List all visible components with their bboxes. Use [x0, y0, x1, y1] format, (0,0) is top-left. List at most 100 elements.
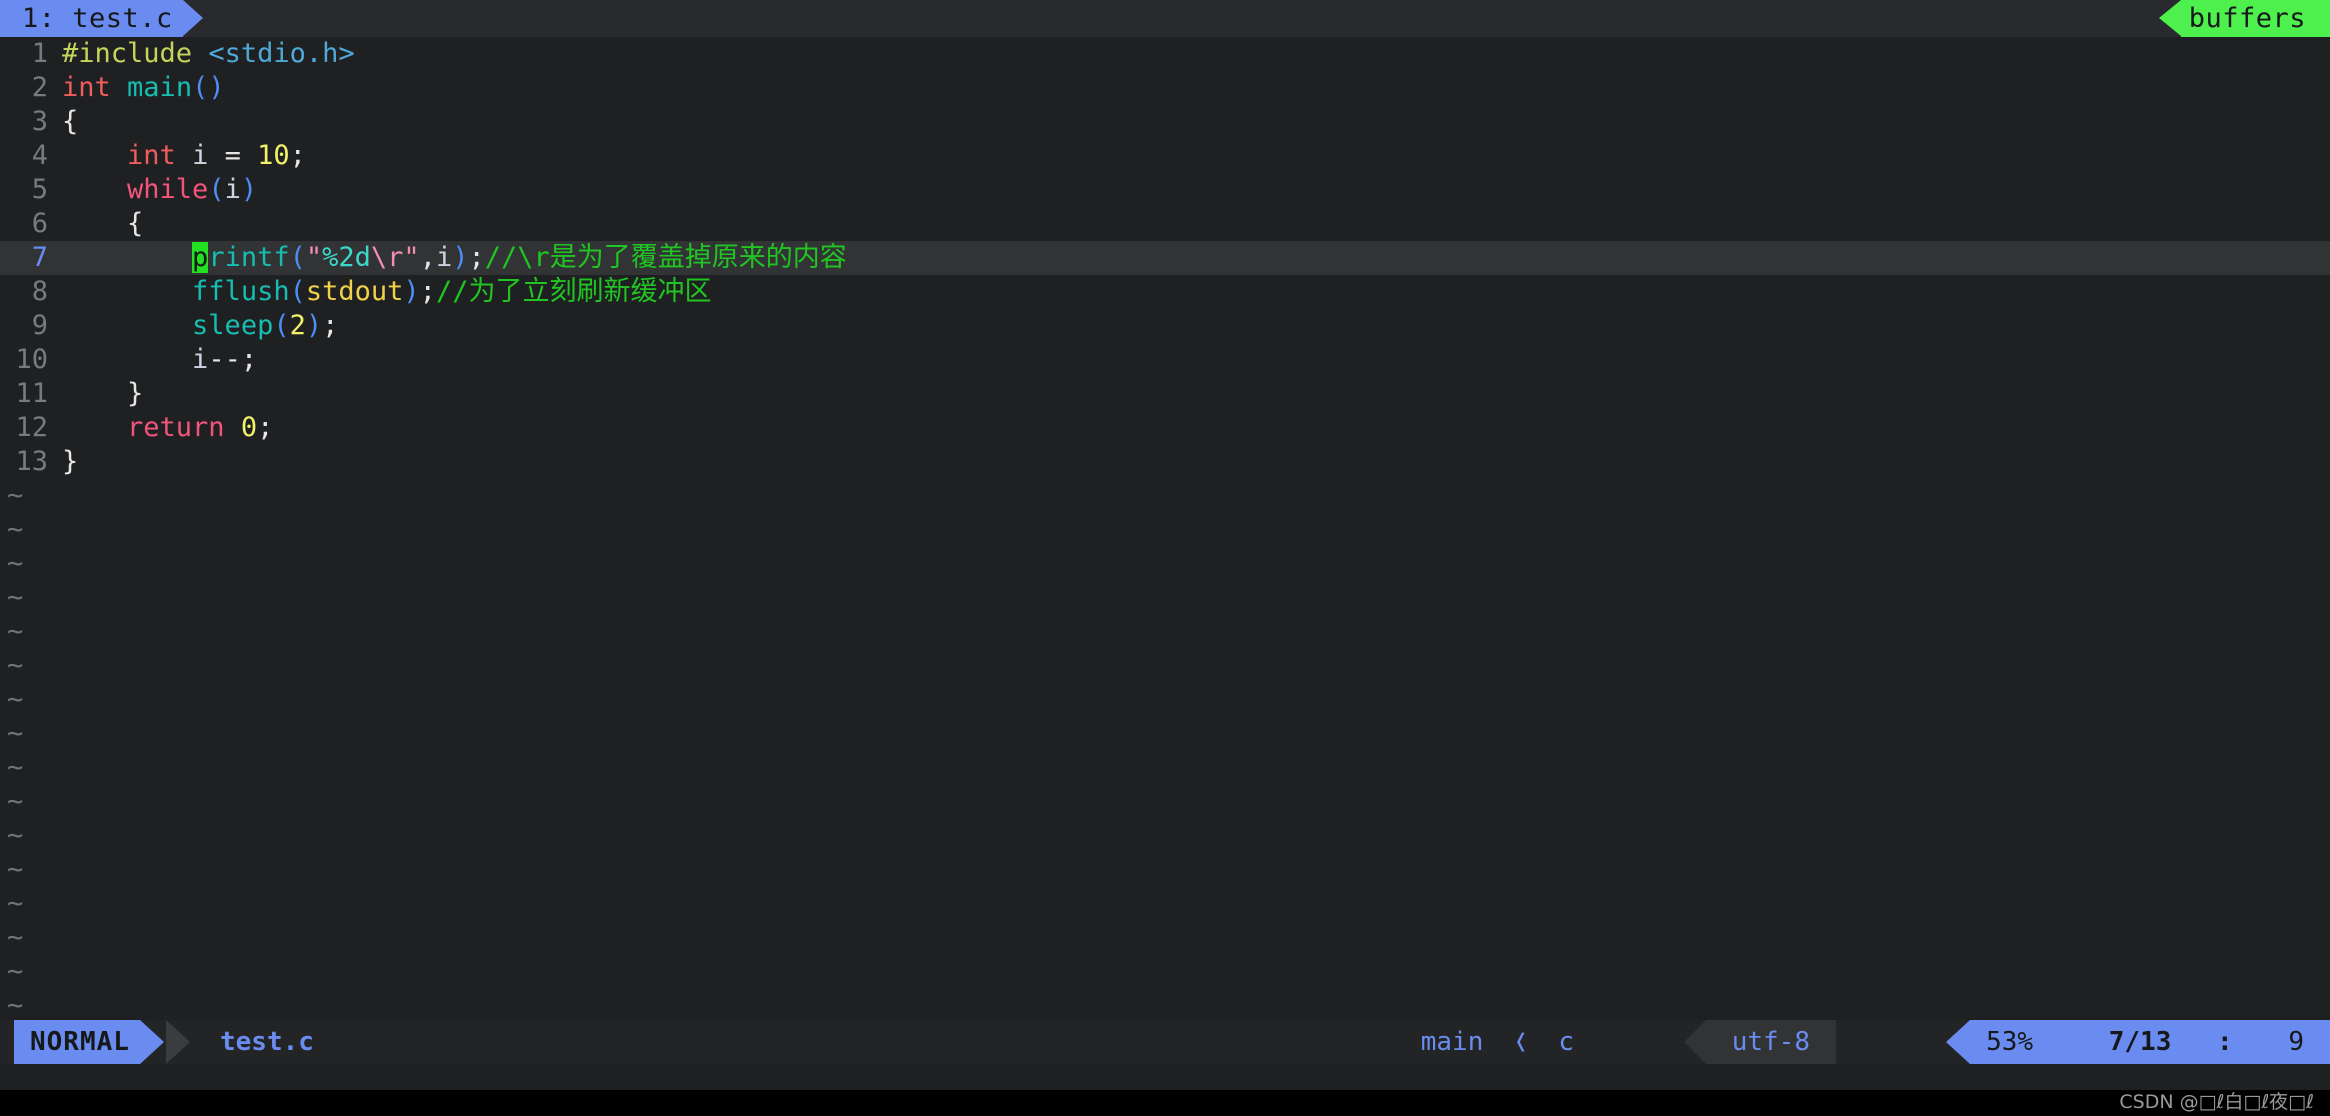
line-number: 11: [15, 378, 48, 409]
code-token: <stdio.h>: [208, 38, 355, 69]
code-token: rintf: [208, 242, 290, 273]
code-line-text: sleep(2);: [62, 310, 338, 341]
code-token: 0: [240, 412, 258, 443]
code-token: ): [403, 276, 420, 307]
code-token: (: [208, 174, 225, 205]
position-arrow-icon: [1946, 1020, 1970, 1064]
code-token: }: [127, 378, 144, 409]
scroll-percent: 53%: [1986, 1027, 2034, 1057]
code-token: sleep: [192, 310, 274, 341]
line-number: 7: [31, 242, 48, 273]
code-token: (: [273, 310, 290, 341]
code-token: ): [240, 174, 258, 205]
branch-separator-icon: ❬: [1513, 1027, 1529, 1057]
buffers-label[interactable]: buffers: [2180, 0, 2330, 37]
code-line[interactable]: 11 }: [0, 377, 2330, 411]
code-line-text: {: [62, 106, 78, 137]
code-token: ;: [468, 242, 485, 273]
code-line[interactable]: 2 int main(): [0, 71, 2330, 105]
column-number: 9: [2288, 1027, 2304, 1057]
code-token: i: [224, 174, 241, 205]
code-line[interactable]: 6 {: [0, 207, 2330, 241]
code-token: #include: [62, 38, 209, 69]
text-cursor: p: [192, 242, 209, 273]
filler-lines: ~ ~ ~ ~ ~ ~ ~ ~ ~ ~ ~ ~ ~ ~ ~ ~: [0, 479, 2330, 1023]
empty-line-marker: ~: [7, 480, 24, 511]
code-line[interactable]: 12 return 0;: [0, 411, 2330, 445]
empty-line-marker: ~: [7, 786, 24, 817]
code-token: //\r是为了覆盖掉原来的内容: [484, 242, 847, 273]
code-token: ): [452, 242, 469, 273]
line-number: 1: [31, 38, 48, 69]
line-number: 10: [15, 344, 48, 375]
statusline: NORMAL test.c main ❬ c utf-8 53% 7/13 : …: [0, 1020, 2330, 1064]
tab-buffer-1[interactable]: 1: test.c: [0, 0, 183, 37]
code-token: \r: [370, 242, 404, 273]
code-line-text: {: [62, 208, 143, 239]
watermark: CSDN @□ℓ白□ℓ夜□ℓ: [2119, 1091, 2314, 1113]
code-token: stdout: [305, 276, 404, 307]
code-line-text: }: [62, 378, 143, 409]
bottom-strip: [0, 1090, 2330, 1116]
code-line[interactable]: 9 sleep(2);: [0, 309, 2330, 343]
code-line[interactable]: 8 fflush(stdout);//为了立刻刷新缓冲区: [0, 275, 2330, 309]
code-token: {: [62, 106, 79, 137]
branch-name: main: [1420, 1027, 1484, 1057]
code-line-text: int i = 10;: [62, 140, 306, 171]
empty-line-marker: ~: [7, 922, 24, 953]
line-number: 8: [31, 276, 48, 307]
separator-arrow-icon: [166, 1020, 190, 1064]
code-token: //为了立刻刷新缓冲区: [435, 276, 712, 307]
code-token: ): [305, 310, 323, 341]
code-line[interactable]: 10 i--;: [0, 343, 2330, 377]
editor-area[interactable]: 1 #include <stdio.h> 2 int main() 3{4 int i …: [0, 37, 2330, 1037]
tab-arrow-icon: [183, 0, 203, 36]
code-lines: 1 #include <stdio.h> 2 int main() 3{4 int i …: [0, 37, 2330, 479]
code-line-text: while(i): [62, 174, 257, 205]
code-token: }: [62, 446, 79, 477]
code-token: ,: [419, 242, 436, 273]
code-token: 2: [289, 310, 306, 341]
line-number: 9: [31, 310, 48, 341]
empty-line-marker: ~: [7, 718, 24, 749]
empty-line-marker: ~: [7, 956, 24, 987]
code-line[interactable]: 1 #include <stdio.h>: [0, 37, 2330, 71]
code-line[interactable]: 5 while(i): [0, 173, 2330, 207]
code-line-text: #include <stdio.h>: [62, 38, 355, 69]
empty-line-marker: ~: [7, 582, 24, 613]
line-of-total: 7/13: [2108, 1027, 2172, 1057]
line-number: 2: [31, 72, 48, 103]
code-line[interactable]: 7 printf("%2d\r",i);//\r是为了覆盖掉原来的内容: [0, 241, 2330, 275]
code-token: ": [403, 242, 420, 273]
tabline: 1: test.c buffers: [0, 0, 2330, 37]
line-number: 13: [15, 446, 48, 477]
code-line-text: printf("%2d\r",i);//\r是为了覆盖掉原来的内容: [62, 242, 847, 273]
code-line[interactable]: 4 int i = 10;: [0, 139, 2330, 173]
code-token: ;: [257, 412, 274, 443]
code-line-text: }: [62, 446, 78, 477]
status-position: 53% 7/13 : 9: [1970, 1020, 2330, 1064]
empty-line-marker: ~: [7, 684, 24, 715]
code-token: return: [127, 412, 225, 443]
status-branch-and-filetype: main ❬ c: [1421, 1020, 1574, 1064]
code-token: (): [192, 72, 225, 103]
status-filename: test.c: [220, 1027, 314, 1057]
code-line-text: return 0;: [62, 412, 273, 443]
code-line[interactable]: 13}: [0, 445, 2330, 479]
line-number: 5: [31, 174, 48, 205]
code-token: i: [192, 344, 209, 375]
code-token: i: [435, 242, 453, 273]
code-line[interactable]: 3{: [0, 105, 2330, 139]
mode-arrow-icon: [140, 1020, 164, 1064]
code-token: int: [127, 140, 176, 171]
buffers-arrow-icon: [2159, 0, 2181, 36]
